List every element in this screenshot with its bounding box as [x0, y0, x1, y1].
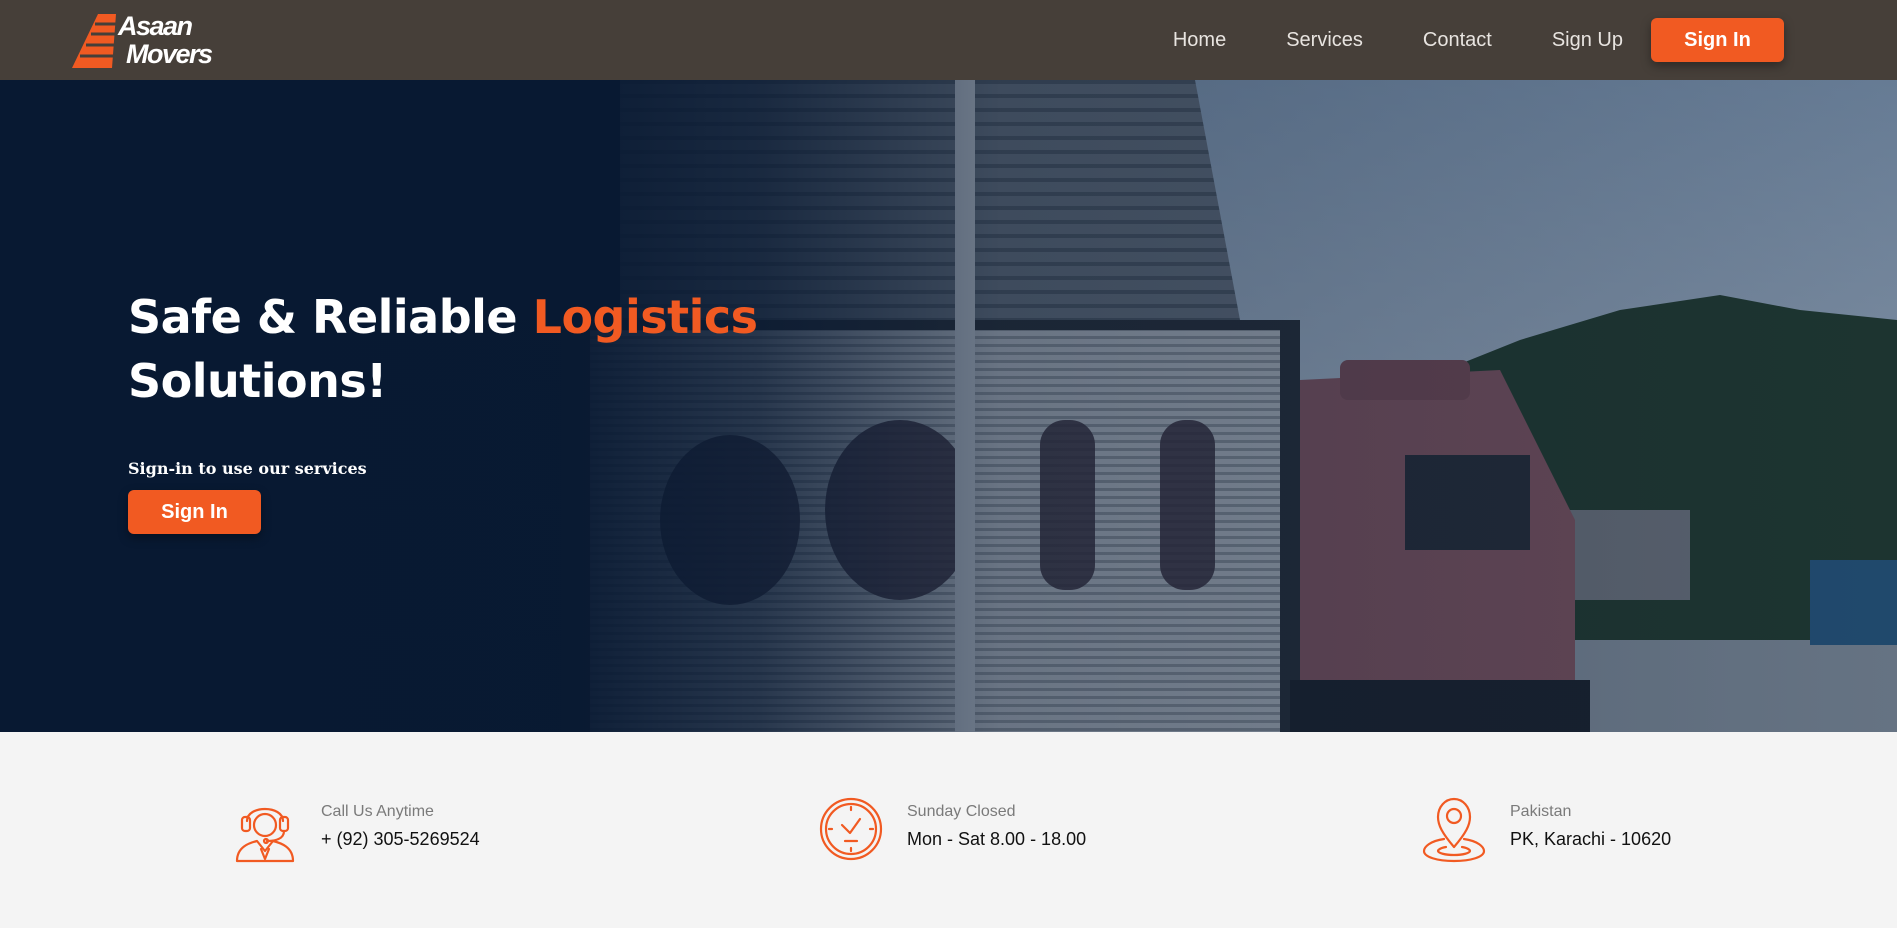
brand-name: Asaan Movers: [118, 11, 213, 69]
contact-info-bar: Call Us Anytime + (92) 305-5269524 Sunda…: [0, 732, 1897, 928]
nav-services-link[interactable]: Services: [1286, 29, 1363, 52]
nav-signup-link[interactable]: Sign Up: [1552, 29, 1623, 52]
info-hours-label: Sunday Closed: [907, 803, 1016, 820]
brand-line-2: Movers: [126, 39, 213, 69]
hero-title-accent: Logistics: [532, 290, 758, 344]
location-pin-icon: [1422, 797, 1486, 863]
hero-section: Safe & Reliable Logistics Solutions! Sig…: [0, 80, 1897, 732]
info-item-hours: Sunday Closed Mon - Sat 8.00 - 18.00: [819, 795, 1086, 863]
hero-signin-button[interactable]: Sign In: [128, 490, 261, 534]
info-item-location: Pakistan PK, Karachi - 10620: [1422, 795, 1671, 863]
headset-agent-icon: [235, 808, 295, 863]
navbar: Asaan Movers Home Services Contact Sign …: [0, 0, 1897, 80]
info-item-phone: Call Us Anytime + (92) 305-5269524: [233, 795, 480, 863]
nav-home-link[interactable]: Home: [1173, 29, 1226, 52]
hero-subtitle: Sign-in to use our services: [128, 459, 367, 478]
info-location-label: Pakistan: [1510, 803, 1572, 820]
info-location-value: PK, Karachi - 10620: [1510, 829, 1672, 849]
brand-line-1: Asaan: [118, 11, 193, 41]
hero-title-part2: Solutions!: [128, 354, 387, 408]
nav-contact-link[interactable]: Contact: [1423, 29, 1492, 52]
main-nav: Home Services Contact Sign Up Sign In: [1173, 18, 1784, 62]
info-phone-label: Call Us Anytime: [321, 803, 434, 820]
hero-title-part1: Safe & Reliable: [128, 290, 533, 344]
hero-title: Safe & Reliable Logistics Solutions!: [128, 285, 758, 413]
hero-content: Safe & Reliable Logistics Solutions! Sig…: [128, 285, 758, 534]
info-hours-value: Mon - Sat 8.00 - 18.00: [907, 829, 1087, 849]
nav-signin-button[interactable]: Sign In: [1651, 18, 1784, 62]
brand-logo[interactable]: Asaan Movers: [72, 10, 213, 70]
info-phone-value[interactable]: + (92) 305-5269524: [321, 829, 480, 850]
clock-icon: [819, 797, 883, 861]
logo-stairs-icon: [72, 14, 116, 68]
